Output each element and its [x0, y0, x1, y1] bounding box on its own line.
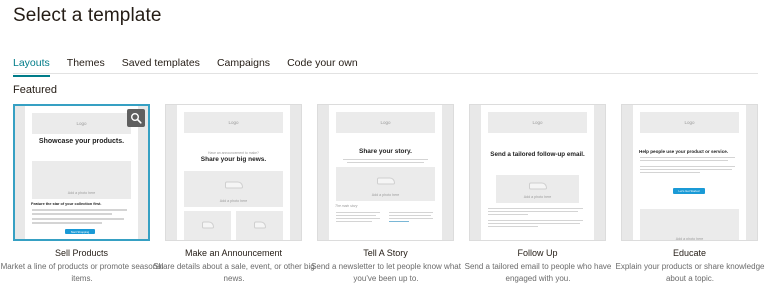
preview-logo: Logo — [488, 112, 587, 133]
template-thumbnail[interactable]: Logo Send a tailored follow-up email. Ad… — [469, 104, 606, 241]
preview-logo: Logo — [184, 112, 283, 133]
zoom-preview-button[interactable] — [127, 109, 145, 127]
template-card-sell-products[interactable]: Logo Showcase your products. Add a photo… — [1, 104, 163, 285]
template-name[interactable]: Educate — [621, 248, 758, 258]
template-card-follow-up[interactable]: Logo Send a tailored follow-up email. Ad… — [465, 104, 611, 285]
template-thumbnail[interactable]: Logo Help people use your product or ser… — [621, 104, 758, 241]
template-name[interactable]: Tell A Story — [317, 248, 454, 258]
template-description: Market a line of products or promote sea… — [0, 262, 164, 283]
preview-button: Let's Get Started — [673, 188, 705, 194]
template-card-tell-a-story[interactable]: Logo Share your story. Add a photo here … — [311, 104, 461, 285]
preview-photo-label: Add a photo here — [219, 199, 248, 203]
template-description: Send a newsletter to let people know wha… — [311, 262, 461, 283]
tab-campaigns[interactable]: Campaigns — [217, 57, 270, 77]
template-card-educate[interactable]: Logo Help people use your product or ser… — [616, 104, 764, 285]
preview-photo-label: Add a photo here — [371, 193, 400, 197]
tabs-divider — [13, 73, 758, 74]
preview-photo: Add a photo here — [496, 175, 579, 203]
tab-saved-templates[interactable]: Saved templates — [122, 57, 200, 77]
magnifier-icon — [131, 113, 142, 124]
preview-photo-label: Add a photo here — [523, 195, 552, 199]
preview-photo: Add a photo here — [640, 209, 739, 241]
preview-photo-small — [236, 211, 283, 240]
template-thumbnail[interactable]: Logo Have an announcement to make? Share… — [165, 104, 302, 241]
preview-heading: Share your story. — [359, 148, 412, 155]
preview-logo: Logo — [336, 112, 435, 133]
preview-heading: Send a tailored follow-up email. — [490, 151, 585, 158]
preview-heading: Showcase your products. — [38, 138, 125, 145]
preview-photo-label: Add a photo here — [67, 191, 96, 195]
preview-heading: Help people use your product or service. — [639, 149, 729, 154]
template-preview: Logo Send a tailored follow-up email. Ad… — [481, 105, 594, 240]
preview-photo: Add a photo here — [32, 161, 131, 199]
template-tabs: Layouts Themes Saved templates Campaigns… — [13, 57, 375, 77]
preview-photo: Add a photo here — [184, 171, 283, 207]
preview-subheading: The main story — [335, 204, 358, 208]
preview-photo-label: Add a photo here — [675, 237, 704, 241]
section-title-featured: Featured — [13, 84, 58, 96]
preview-heading: Share your big news. — [200, 156, 267, 163]
preview-button: Start Shopping — [65, 229, 95, 234]
tab-layouts[interactable]: Layouts — [13, 57, 50, 77]
page-title: Select a template — [13, 5, 162, 26]
preview-subheading: Feature the star of your collection firs… — [31, 202, 102, 206]
template-preview: Logo Showcase your products. Add a photo… — [25, 106, 138, 239]
template-description: Explain your products or share knowledge… — [615, 262, 765, 283]
template-description: Send a tailored email to people who have… — [464, 262, 612, 283]
template-name[interactable]: Sell Products — [13, 248, 150, 258]
tab-code-your-own[interactable]: Code your own — [287, 57, 358, 77]
template-description: Share details about a sale, event, or ot… — [153, 262, 315, 283]
preview-logo: Logo — [640, 112, 739, 133]
preview-logo: Logo — [32, 113, 131, 134]
preview-photo-small — [184, 211, 231, 240]
template-thumbnail[interactable]: Logo Showcase your products. Add a photo… — [13, 104, 150, 241]
tab-themes[interactable]: Themes — [67, 57, 105, 77]
preview-photo: Add a photo here — [336, 167, 435, 201]
template-preview: Logo Share your story. Add a photo here … — [329, 105, 442, 240]
preview-kicker: Have an announcement to make? — [208, 151, 259, 155]
template-thumbnail[interactable]: Logo Share your story. Add a photo here … — [317, 104, 454, 241]
template-preview: Logo Help people use your product or ser… — [633, 105, 746, 241]
template-name[interactable]: Follow Up — [469, 248, 606, 258]
template-name[interactable]: Make an Announcement — [165, 248, 302, 258]
template-card-make-an-announcement[interactable]: Logo Have an announcement to make? Share… — [153, 104, 315, 285]
template-preview: Logo Have an announcement to make? Share… — [177, 105, 290, 240]
